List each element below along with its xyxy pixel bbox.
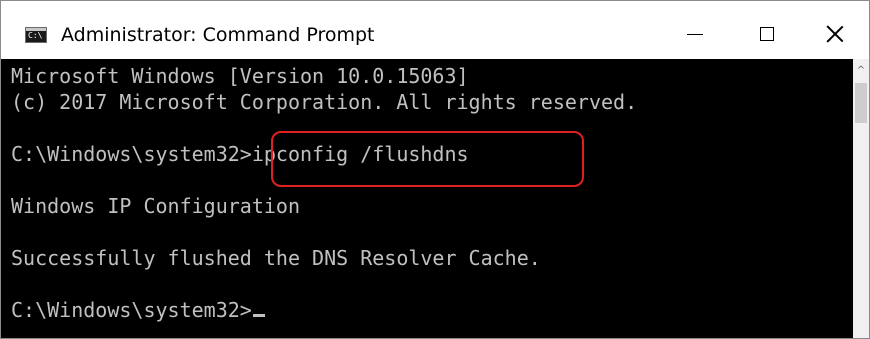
scroll-thumb[interactable]	[855, 83, 867, 123]
console-line: (c) 2017 Microsoft Corporation. All righ…	[11, 90, 638, 114]
console-line: Microsoft Windows [Version 10.0.15063]	[11, 64, 469, 88]
console-prompt: C:\Windows\system32>	[11, 298, 252, 322]
chevron-up-icon: ^	[856, 64, 866, 76]
maximize-button[interactable]	[733, 1, 801, 59]
console-line: Successfully flushed the DNS Resolver Ca…	[11, 246, 541, 270]
close-icon	[826, 25, 844, 43]
vertical-scrollbar[interactable]: ^	[853, 59, 869, 338]
minimize-button[interactable]	[661, 1, 729, 59]
console-output[interactable]: Microsoft Windows [Version 10.0.15063] (…	[1, 59, 853, 338]
cmd-icon	[25, 27, 47, 43]
command-prompt-window: Administrator: Command Prompt Microsoft …	[0, 0, 870, 339]
minimize-icon	[687, 33, 703, 35]
console-prompt-line[interactable]: C:\Windows\system32>	[11, 297, 265, 323]
maximize-icon	[760, 27, 774, 41]
text-cursor	[252, 314, 265, 317]
title-bar[interactable]: Administrator: Command Prompt	[1, 1, 869, 59]
scroll-up-button[interactable]: ^	[853, 59, 869, 81]
console-command-line: C:\Windows\system32>ipconfig /flushdns	[11, 142, 469, 166]
window-title: Administrator: Command Prompt	[61, 24, 375, 46]
console-line: Windows IP Configuration	[11, 194, 300, 218]
close-button[interactable]	[801, 1, 869, 59]
